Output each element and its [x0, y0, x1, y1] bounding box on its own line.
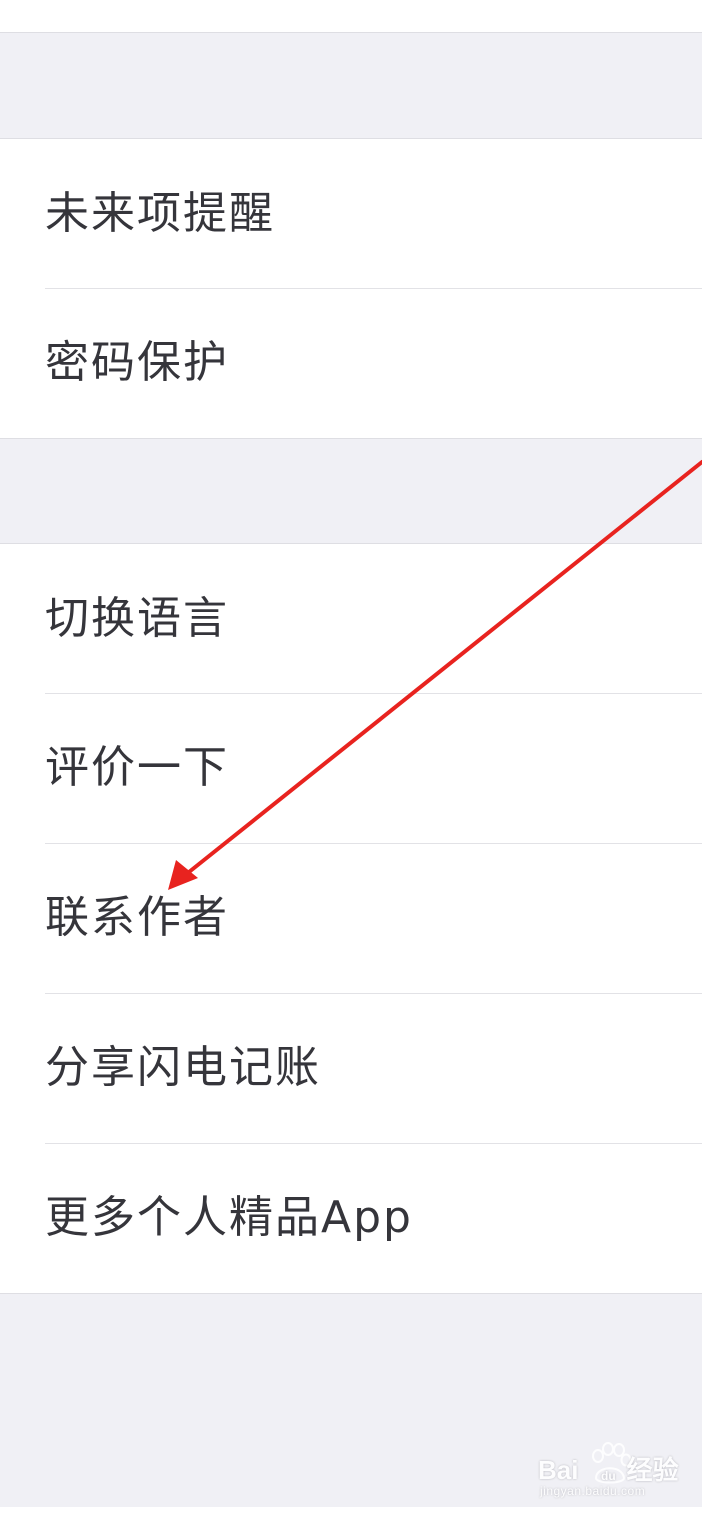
settings-row-more-apps[interactable]: 更多个人精品App: [0, 1143, 702, 1293]
settings-row-share-app[interactable]: 分享闪电记账: [0, 993, 702, 1143]
row-label: 切换语言: [45, 592, 229, 644]
row-label: 更多个人精品App: [45, 1192, 413, 1243]
row-label: 未来项提醒: [45, 187, 275, 239]
row-label: 评价一下: [45, 742, 229, 793]
top-cell-remnant: [0, 0, 702, 33]
settings-row-future-reminder[interactable]: 未来项提醒: [0, 139, 702, 288]
watermark-bai: Bai: [538, 1455, 579, 1485]
settings-row-password-protection[interactable]: 密码保护: [0, 288, 702, 438]
baidu-jingyan-watermark: du Bai 经验 jingyan.baidu.com: [538, 1440, 698, 1504]
settings-group-general: 切换语言 评价一下 联系作者 分享闪电记账 更多个人精品App: [0, 543, 702, 1294]
settings-row-rate-app[interactable]: 评价一下: [0, 693, 702, 843]
settings-row-switch-language[interactable]: 切换语言: [0, 544, 702, 693]
watermark-url: jingyan.baidu.com: [540, 1484, 646, 1498]
bottom-cell-remnant: [0, 1507, 702, 1519]
settings-row-contact-author[interactable]: 联系作者: [0, 843, 702, 993]
row-label: 分享闪电记账: [45, 1042, 321, 1093]
watermark-brand: 经验: [626, 1455, 679, 1485]
watermark-main: Bai 经验: [538, 1450, 678, 1487]
settings-group-security: 未来项提醒 密码保护: [0, 138, 702, 439]
row-label: 密码保护: [45, 337, 229, 388]
row-label: 联系作者: [45, 892, 229, 943]
